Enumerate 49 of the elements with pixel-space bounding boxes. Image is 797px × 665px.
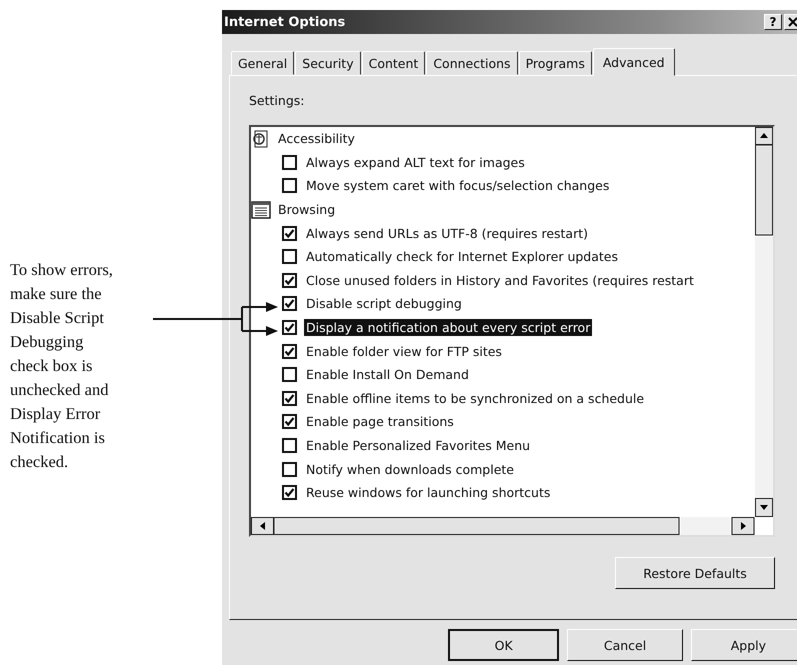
- tab[interactable]: Advanced: [592, 48, 675, 76]
- option-label[interactable]: Enable Install On Demand: [304, 366, 471, 384]
- checkbox[interactable]: [282, 249, 297, 264]
- option-label[interactable]: Notify when downloads complete: [304, 460, 516, 478]
- tab[interactable]: General: [231, 51, 294, 75]
- option-label[interactable]: Enable Personalized Favorites Menu: [304, 437, 532, 454]
- option-label[interactable]: Display a notification about every script error: [304, 319, 592, 336]
- help-button[interactable]: ?: [764, 14, 782, 30]
- dialog-button[interactable]: Cancel: [567, 629, 683, 661]
- checkbox[interactable]: [282, 367, 297, 382]
- annotation-text: To show errors, make sure the Disable Script Debugging check box is unchecked and Display Error Notification is checked.: [10, 259, 113, 473]
- checkbox[interactable]: [282, 390, 297, 406]
- option-label[interactable]: Enable page transitions: [304, 413, 456, 430]
- checkbox[interactable]: [282, 154, 297, 170]
- option-label[interactable]: Automatically check for Internet Explorer updates: [304, 248, 620, 266]
- horizontal-scrollbar[interactable]: [251, 517, 755, 535]
- option-label[interactable]: Close unused folders in History and Favorites (requires restart: [304, 272, 696, 289]
- checkbox[interactable]: [282, 178, 297, 194]
- checkbox[interactable]: [282, 272, 297, 288]
- dialog-button[interactable]: Apply: [690, 629, 797, 661]
- checkbox[interactable]: [282, 226, 297, 241]
- tab[interactable]: Security: [295, 51, 361, 75]
- window-icon: [251, 200, 271, 220]
- option-label[interactable]: Disable script debugging: [304, 295, 464, 312]
- option-label[interactable]: Enable folder view for FTP sites: [304, 342, 504, 360]
- dialog-button[interactable]: OK: [448, 629, 560, 661]
- option-label[interactable]: Enable offline items to be synchronized on a schedule: [304, 390, 646, 407]
- option-label[interactable]: Always send URLs as UTF-8 (requires restart): [304, 224, 590, 242]
- option-label[interactable]: Move system caret with focus/selection changes: [304, 177, 612, 194]
- window-title: Internet Options: [224, 14, 346, 30]
- checkbox[interactable]: [282, 320, 297, 336]
- vertical-scrollbar[interactable]: [755, 127, 773, 517]
- checkbox[interactable]: [282, 462, 297, 477]
- tab[interactable]: Programs: [518, 51, 592, 75]
- checkbox[interactable]: [282, 344, 297, 359]
- tab[interactable]: Content: [362, 51, 426, 75]
- close-button[interactable]: [784, 14, 797, 30]
- settings-label: Settings:: [249, 93, 304, 108]
- checkbox[interactable]: [282, 414, 297, 430]
- option-label[interactable]: Always expand ALT text for images: [304, 154, 527, 171]
- category-label[interactable]: Accessibility: [276, 130, 357, 148]
- checkbox[interactable]: [282, 296, 297, 312]
- restore-defaults-button[interactable]: Restore Defaults: [615, 557, 775, 589]
- option-label[interactable]: Reuse windows for launching shortcuts: [304, 484, 552, 502]
- category-label[interactable]: Browsing: [276, 201, 338, 218]
- tab[interactable]: Connections: [426, 51, 518, 75]
- settings-list[interactable]: [249, 125, 775, 537]
- checkbox[interactable]: [282, 485, 297, 500]
- checkbox[interactable]: [282, 438, 297, 454]
